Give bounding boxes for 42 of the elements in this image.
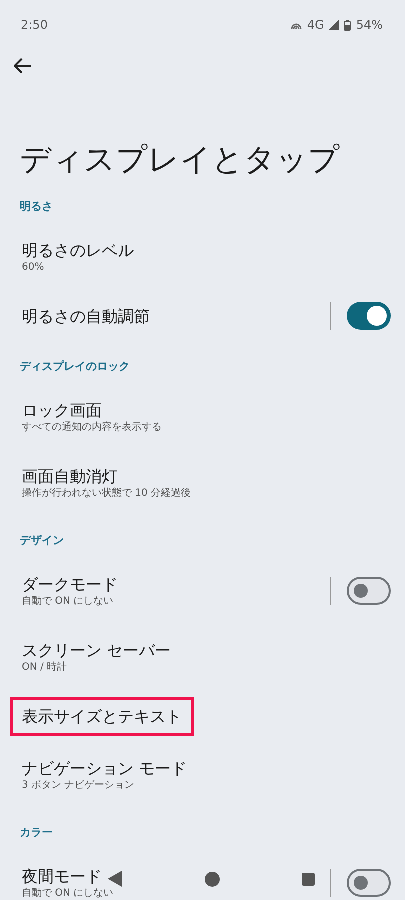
item-subtitle: 自動で ON にしない [22, 594, 115, 608]
item-title: ロック画面 [22, 400, 103, 420]
signal-icon [329, 20, 340, 30]
settings-item[interactable]: 画面自動消灯 操作が行われない状態で 10 分経過後 [10, 456, 204, 510]
battery-icon [344, 20, 352, 30]
item-subtitle: 自動で ON にしない [22, 886, 114, 900]
item-title: 明るさの自動調節 [22, 306, 150, 326]
toggle-switch[interactable] [347, 869, 391, 897]
item-subtitle: すべての通知の内容を表示する [22, 420, 162, 434]
settings-item[interactable]: 明るさのレベル 60% [10, 230, 146, 284]
back-nav-icon[interactable] [108, 871, 122, 887]
page-title: ディスプレイとタップ [20, 141, 341, 180]
item-title: ダークモード [22, 574, 118, 594]
settings-item[interactable]: スクリーン セーバー ON / 時計 [10, 630, 184, 684]
item-title: スクリーン セーバー [22, 640, 172, 660]
section-header: 明るさ [19, 199, 54, 215]
settings-item[interactable]: 夜間モード 自動で ON にしない [10, 856, 126, 900]
section-header: カラー [19, 825, 54, 841]
battery-level: 54% [356, 18, 383, 32]
settings-item[interactable]: 明るさの自動調節 [10, 296, 162, 336]
item-title: ナビゲーション モード [22, 758, 188, 778]
item-subtitle: 操作が行われない状態で 10 分経過後 [22, 486, 192, 500]
back-icon[interactable] [14, 58, 32, 74]
item-title: 画面自動消灯 [22, 466, 119, 486]
settings-item[interactable]: ロック画面 すべての通知の内容を表示する [10, 390, 174, 444]
item-subtitle: 60% [22, 260, 46, 274]
settings-item[interactable]: ダークモード 自動で ON にしない [10, 564, 130, 618]
item-title: 明るさのレベル [22, 240, 134, 260]
toggle-switch[interactable] [347, 302, 391, 330]
section-header: ディスプレイのロック [19, 359, 131, 375]
section-header: デザイン [19, 533, 65, 549]
status-time: 2:50 [21, 18, 48, 32]
item-title: 表示サイズとテキスト [22, 706, 182, 726]
network-type: 4G [307, 18, 324, 32]
settings-item[interactable]: ナビゲーション モード 3 ボタン ナビゲーション [10, 748, 200, 802]
item-title: 夜間モード [22, 866, 103, 886]
item-subtitle: ON / 時計 [22, 660, 68, 674]
toggle-switch[interactable] [347, 577, 391, 605]
item-subtitle: 3 ボタン ナビゲーション [22, 778, 136, 792]
settings-item[interactable]: 表示サイズとテキスト [10, 696, 194, 736]
home-icon[interactable] [204, 872, 220, 886]
recents-icon[interactable] [302, 872, 315, 886]
